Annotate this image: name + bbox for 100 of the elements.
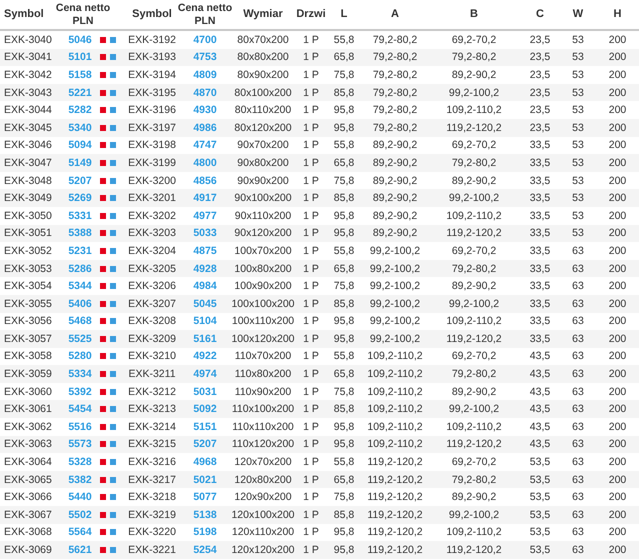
- table-cell: 95,8: [334, 332, 354, 346]
- table-cell: 79,2-80,2: [452, 262, 496, 276]
- table-cell: EXK-3211: [128, 367, 176, 382]
- table-cell: 109,2-110,2: [367, 420, 423, 434]
- table-cell: EXK-3040: [4, 32, 52, 47]
- table-cell: EXK-3200: [128, 174, 176, 188]
- table-cell: 1 P: [303, 490, 319, 504]
- table-cell: 119,2-120,2: [367, 508, 423, 522]
- table-cell: EXK-3061: [4, 402, 52, 416]
- table-cell: 85,8: [334, 402, 354, 416]
- table-cell: 99,2-100,2: [370, 279, 420, 294]
- table-cell: 43,5: [530, 420, 550, 434]
- table-cell: 95,8: [334, 437, 354, 452]
- table-cell: 69,2-70,2: [452, 138, 496, 152]
- table-cell: 89,2-90,2: [372, 174, 418, 188]
- table-cell: EXK-3058: [4, 349, 52, 364]
- table-cell: 90x110x200: [234, 208, 292, 223]
- table-cell: 119,2-120,2: [367, 455, 423, 470]
- price-cell: 5468: [68, 314, 92, 328]
- table-cell: 23,5: [530, 120, 550, 135]
- table-cell: 110x120x200: [232, 437, 294, 452]
- column-header: Drzwi: [296, 8, 326, 21]
- table-cell: 200: [608, 120, 626, 135]
- price-cell: 5382: [68, 472, 92, 487]
- price-cell: 5525: [68, 332, 92, 346]
- table-cell: 53: [572, 138, 584, 152]
- price-cell: 5021: [193, 472, 217, 487]
- table-cell: EXK-3198: [128, 138, 176, 152]
- table-cell: 95,8: [334, 543, 354, 558]
- price-cell: 5621: [68, 543, 92, 558]
- price-cell: 5198: [193, 525, 217, 540]
- column-header: Cena netto PLN: [54, 2, 112, 28]
- price-cell: 4974: [193, 367, 217, 382]
- table-cell: EXK-3044: [4, 103, 52, 118]
- column-header: W: [572, 8, 584, 21]
- table-cell: 63: [572, 244, 584, 258]
- table-cell: 33,5: [530, 262, 550, 276]
- table-cell: 200: [608, 543, 626, 558]
- table-cell: 99,2-100,2: [370, 296, 420, 311]
- column-header: Cena netto PLN: [176, 2, 234, 28]
- table-cell: 109,2-110,2: [446, 103, 502, 118]
- table-cell: 119,2-120,2: [446, 543, 502, 558]
- table-cell: 120x70x200: [234, 455, 292, 470]
- price-cell: 5502: [68, 508, 92, 522]
- table-cell: 65,8: [334, 367, 354, 382]
- table-cell: 53,5: [530, 490, 550, 504]
- price-cell: 4700: [193, 32, 217, 47]
- table-cell: 65,8: [334, 472, 354, 487]
- table-cell: 1 P: [303, 191, 319, 206]
- table-cell: 53: [572, 191, 584, 206]
- price-cell: 5282: [68, 103, 92, 118]
- table-cell: EXK-3050: [4, 208, 52, 223]
- table-cell: 120x120x200: [231, 543, 295, 558]
- table-cell: 200: [608, 525, 626, 540]
- table-cell: 100x120x200: [231, 332, 295, 346]
- price-cell: 5516: [68, 420, 92, 434]
- price-cell: 5033: [193, 226, 217, 240]
- table-cell: 69,2-70,2: [452, 32, 496, 47]
- table-cell: 1 P: [303, 50, 319, 64]
- table-cell: 89,2-90,2: [452, 384, 496, 399]
- price-cell: 5031: [193, 384, 217, 399]
- table-cell: 53: [572, 86, 584, 100]
- table-cell: 79,2-80,2: [452, 472, 496, 487]
- table-cell: 109,2-110,2: [367, 437, 423, 452]
- table-cell: 90x80x200: [237, 156, 289, 170]
- table-cell: 69,2-70,2: [452, 455, 496, 470]
- table-cell: 63: [572, 262, 584, 276]
- table-cell: 63: [572, 332, 584, 346]
- table-cell: 90x100x200: [234, 191, 292, 206]
- table-cell: 63: [572, 490, 584, 504]
- table-cell: 110x100x200: [232, 402, 294, 416]
- table-cell: 200: [608, 332, 626, 346]
- price-cell: 4809: [193, 68, 217, 82]
- table-cell: 109,2-110,2: [446, 208, 502, 223]
- table-cell: 85,8: [334, 508, 354, 522]
- price-cell: 5564: [68, 525, 92, 540]
- table-cell: 63: [572, 402, 584, 416]
- table-cell: 33,5: [530, 296, 550, 311]
- table-cell: 1 P: [303, 332, 319, 346]
- price-cell: 5094: [68, 138, 92, 152]
- table-cell: 63: [572, 296, 584, 311]
- table-cell: EXK-3055: [4, 296, 52, 311]
- table-cell: 75,8: [334, 174, 354, 188]
- table-cell: 110x70x200: [234, 349, 292, 364]
- price-cell: 4800: [193, 156, 217, 170]
- table-cell: 79,2-80,2: [372, 50, 418, 64]
- table-cell: EXK-3220: [128, 525, 176, 540]
- table-cell: 63: [572, 279, 584, 294]
- table-cell: 120x100x200: [231, 508, 295, 522]
- table-cell: 200: [608, 191, 626, 206]
- table-cell: 99,2-100,2: [448, 191, 500, 206]
- table-cell: 1 P: [303, 103, 319, 118]
- table-cell: 1 P: [303, 296, 319, 311]
- table-cell: EXK-3060: [4, 384, 52, 399]
- table-cell: 33,5: [530, 244, 550, 258]
- table-cell: 80x100x200: [234, 86, 292, 100]
- table-cell: 120x80x200: [234, 472, 292, 487]
- table-cell: 1 P: [303, 402, 319, 416]
- price-cell: 5092: [193, 402, 217, 416]
- table-cell: EXK-3210: [128, 349, 176, 364]
